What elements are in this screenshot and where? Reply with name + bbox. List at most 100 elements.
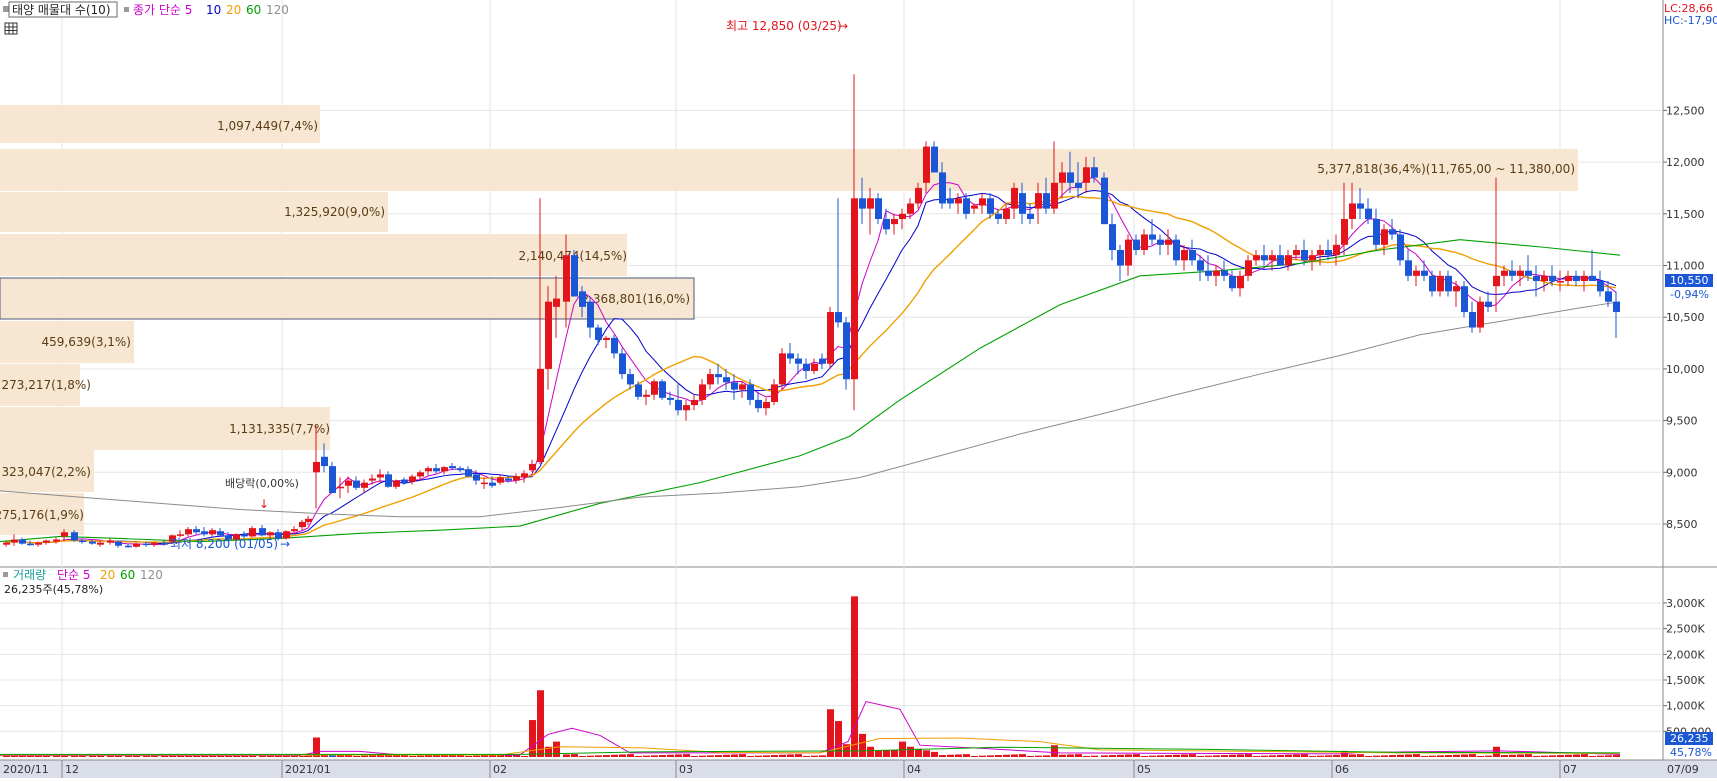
candle-body (1389, 229, 1396, 235)
volume-bar (923, 750, 930, 757)
candle-body (643, 394, 650, 397)
volume-bar (61, 755, 68, 757)
candle (1101, 172, 1108, 225)
candle-body (537, 368, 544, 462)
volume-bar (537, 690, 544, 757)
volume-bar (1365, 755, 1372, 757)
candle-body (409, 476, 416, 482)
candle-body (1197, 260, 1204, 271)
volume-profile-label: 1,325,920(9,0%) (284, 205, 385, 219)
candle-body (473, 474, 480, 481)
candle-body (771, 384, 778, 402)
volume-bar (1285, 754, 1292, 757)
date-axis-label: 07 (1563, 763, 1577, 776)
candle-body (803, 363, 810, 371)
candle-body (859, 198, 866, 209)
current-volume-pct: 45,78% (1670, 746, 1712, 759)
candle-body (19, 539, 26, 544)
price-axis-label: 12,500 (1666, 104, 1705, 117)
candle-body (1133, 239, 1140, 250)
candle-body (1541, 275, 1548, 282)
volume-bar (883, 750, 890, 757)
candle-body (1549, 275, 1556, 282)
candle-body (1341, 218, 1348, 245)
dividend-arrow-icon: ↓ (259, 497, 269, 511)
legend-square-icon (124, 7, 129, 12)
candle-body (843, 322, 850, 380)
volume-bar (659, 755, 666, 757)
candle-body (739, 384, 746, 390)
candle-body (11, 539, 18, 543)
candle-body (1285, 255, 1292, 266)
candle-body (267, 532, 274, 536)
candle-body (1453, 286, 1460, 292)
volume-bar (947, 754, 954, 757)
candle-body (1253, 255, 1260, 261)
candle-body (635, 384, 642, 397)
candle-body (457, 468, 464, 471)
volume-axis-label: 3,000K (1666, 597, 1705, 610)
volume-bar (1197, 755, 1204, 757)
candle-body (715, 374, 722, 378)
candle-body (1525, 270, 1532, 276)
price-axis-label: 11,500 (1666, 208, 1705, 221)
candle-body (89, 541, 96, 544)
candle-body (1157, 239, 1164, 245)
legend-ma-20: 20 (226, 3, 241, 17)
candle-body (79, 540, 86, 543)
candle-body (1477, 301, 1484, 328)
hc-readout: HC:-17,90 (1664, 14, 1717, 27)
candle-body (1083, 167, 1090, 183)
legend-collapse-icon[interactable] (3, 6, 9, 12)
volume-bar (529, 720, 536, 757)
candle-body (1581, 275, 1588, 282)
volume-bar (1605, 755, 1612, 757)
volume-legend-ma-20: 20 (100, 568, 115, 582)
volume-bar (907, 746, 914, 757)
dividend-annotation: 배당락(0,00%) (225, 477, 299, 490)
volume-profile-label: 459,639(3,1%) (42, 335, 131, 349)
candle-body (1109, 224, 1116, 250)
volume-bar (611, 754, 618, 757)
date-axis-label: 2021/01 (285, 763, 331, 776)
candle-body (667, 397, 674, 400)
candle-body (931, 146, 938, 173)
volume-legend-icon[interactable] (3, 572, 8, 577)
candle-body (651, 381, 658, 395)
volume-bar (723, 754, 730, 757)
volume-profile-label: 323,047(2,2%) (2, 465, 91, 479)
candle-body (1309, 255, 1316, 261)
candle-body (329, 466, 336, 493)
volume-bar (787, 754, 794, 757)
volume-bar (1597, 755, 1604, 757)
candle-body (497, 477, 504, 483)
candle-body (43, 540, 50, 543)
volume-bar (859, 733, 866, 757)
volume-bar (1083, 755, 1090, 757)
candle-body (305, 518, 312, 522)
volume-bar (771, 755, 778, 757)
candle-body (1325, 249, 1332, 256)
volume-bar (875, 750, 882, 757)
volume-bar (1221, 755, 1228, 757)
candle-body (1293, 249, 1300, 256)
table-icon[interactable] (4, 22, 18, 35)
volume-bar (763, 755, 770, 757)
volume-bar (241, 755, 248, 757)
volume-bar (1333, 755, 1340, 757)
candle-body (683, 405, 690, 411)
volume-legend-ma-60: 60 (120, 568, 135, 582)
candle-body (587, 301, 594, 328)
volume-profile-label: 1,131,335(7,7%) (229, 422, 330, 436)
volume-bar (739, 754, 746, 757)
candle-body (71, 532, 78, 541)
legend-indicator-name[interactable]: 태양 매물대 수(10) (12, 3, 111, 17)
candle-body (875, 198, 882, 219)
volume-bar (1133, 754, 1140, 757)
volume-bar (1269, 755, 1276, 757)
volume-bar (683, 754, 690, 757)
volume-bar (3, 755, 10, 757)
candle-body (915, 187, 922, 204)
candle-body (963, 198, 970, 214)
volume-bar (779, 754, 786, 757)
